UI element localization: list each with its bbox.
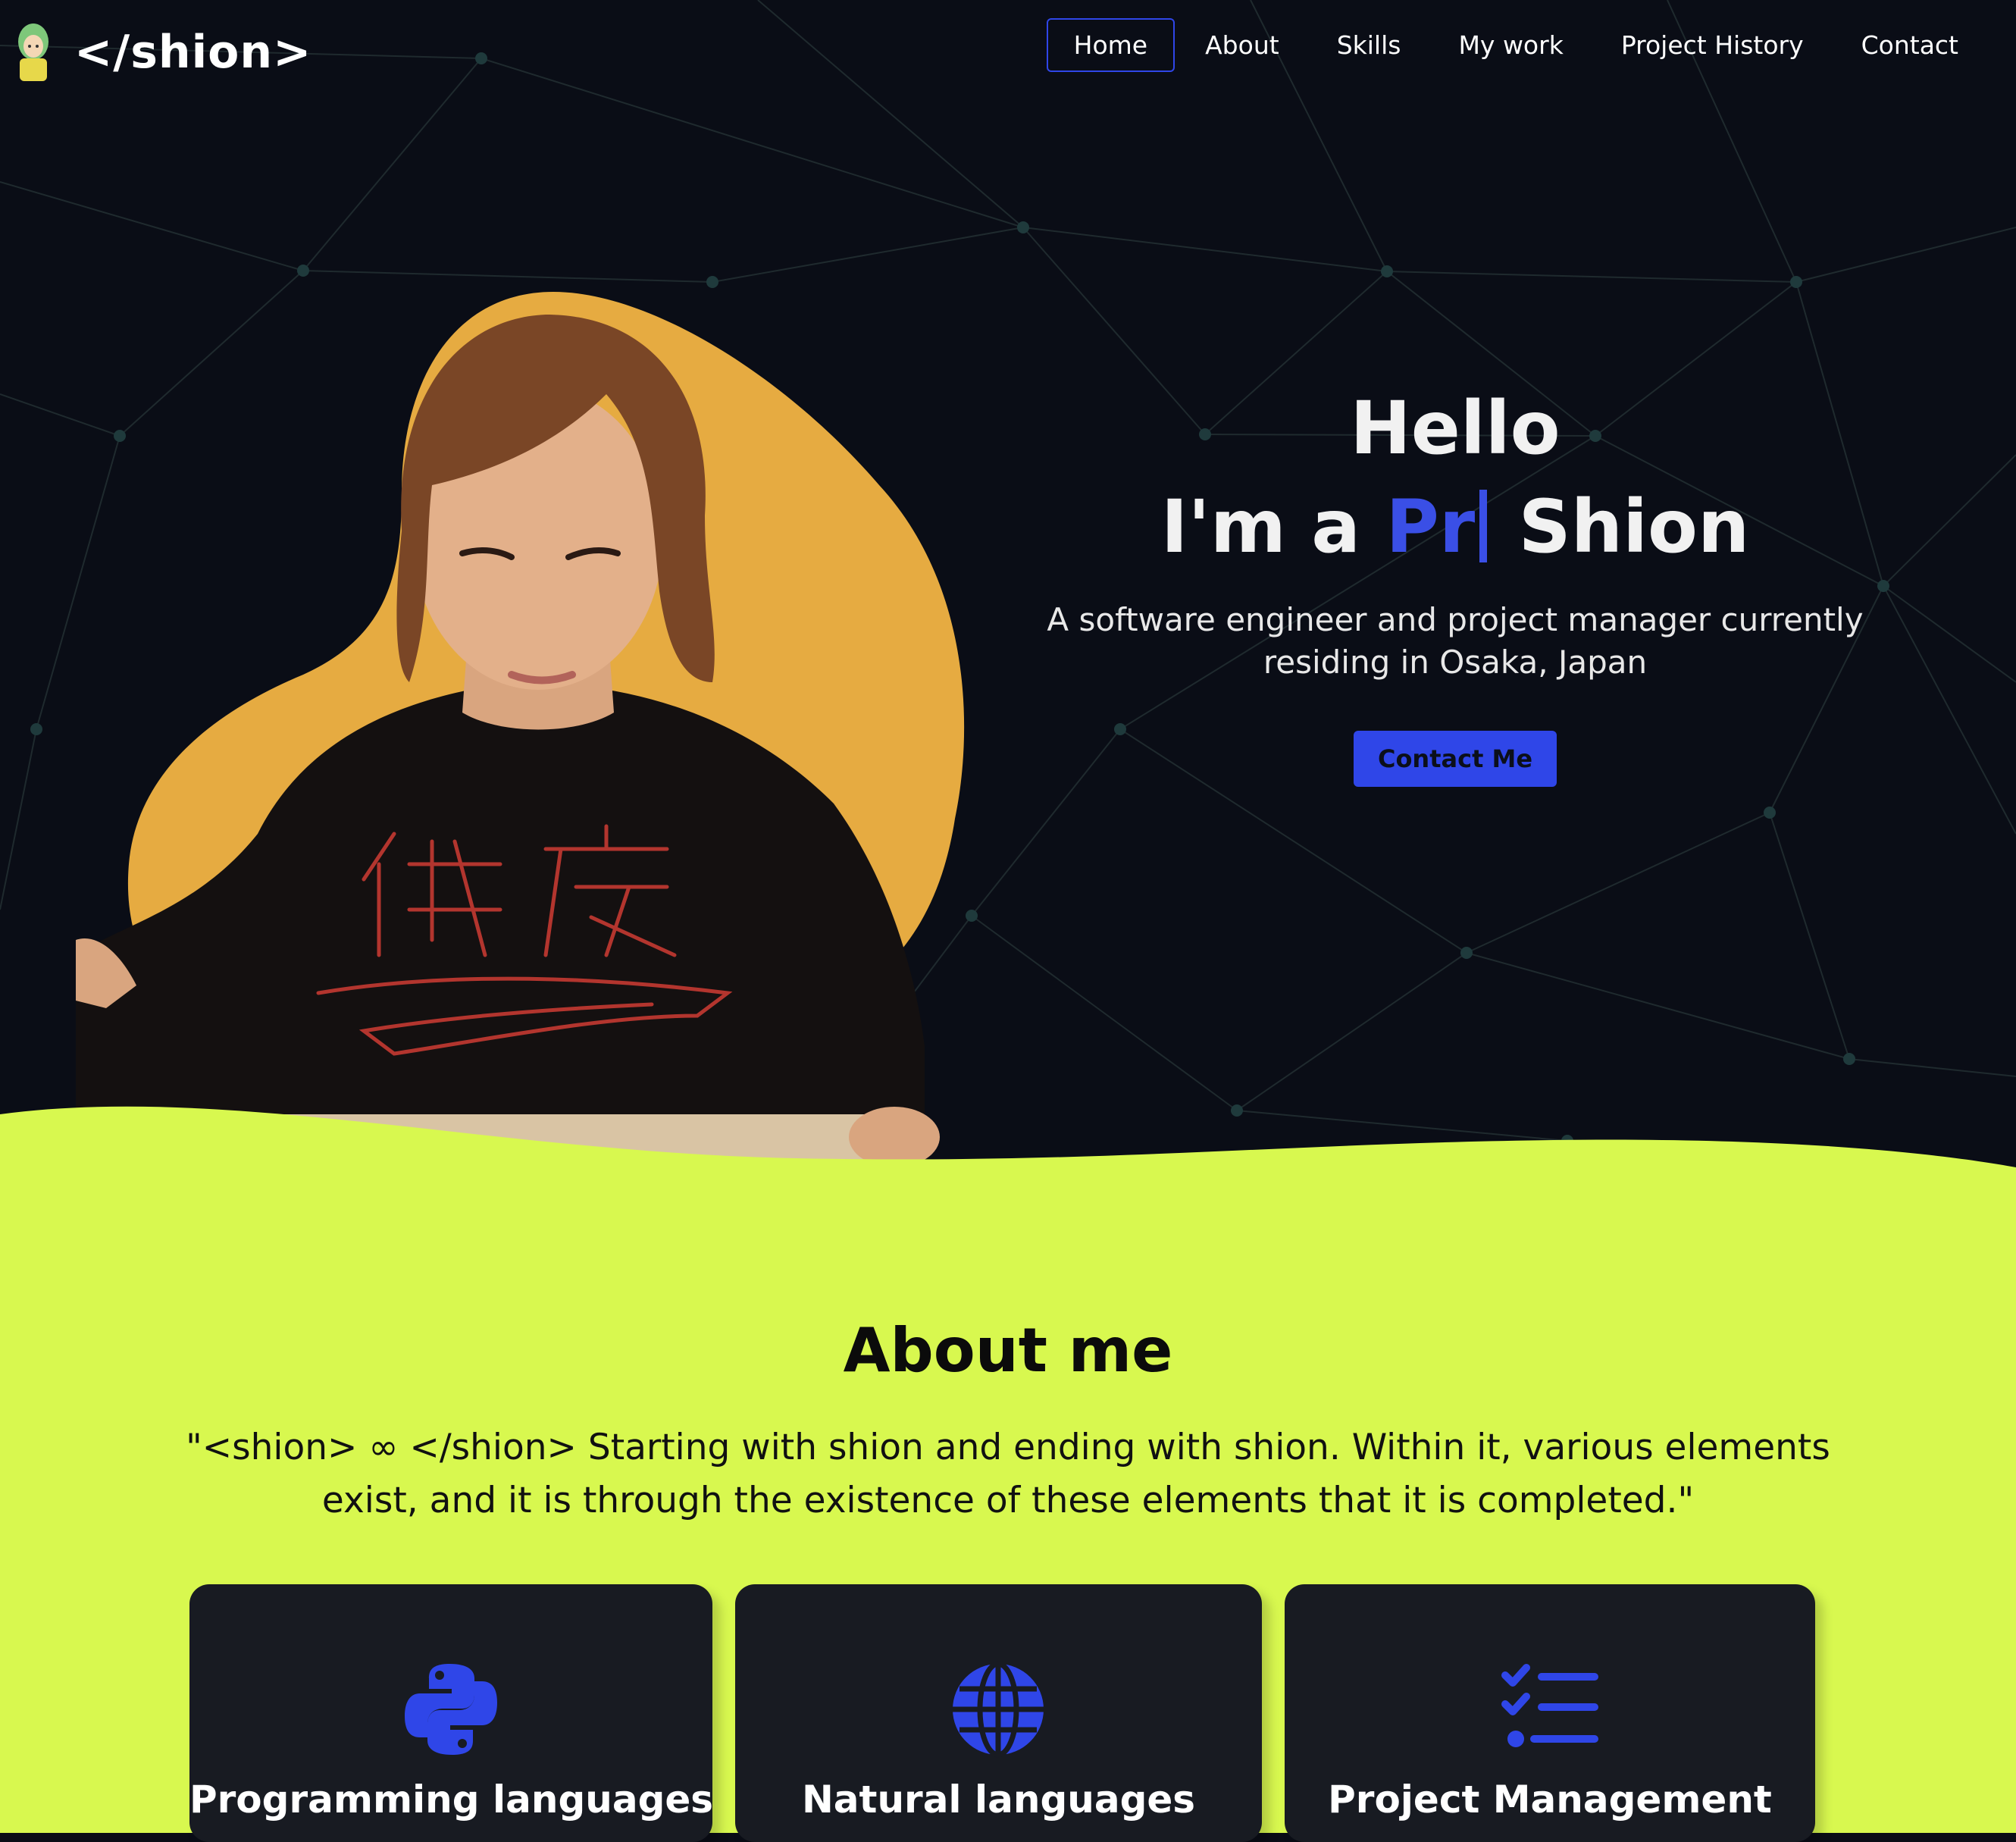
typing-cursor	[1479, 490, 1488, 562]
nav-contact[interactable]: Contact	[1834, 18, 1986, 72]
avatar-icon	[18, 23, 49, 81]
hero-subtitle: A software engineer and project manager …	[1047, 601, 1864, 681]
card-title: Natural languages	[801, 1778, 1196, 1822]
card-title: Programming languages	[189, 1778, 714, 1822]
logo-text[interactable]: </shion>	[74, 26, 311, 79]
hero-portrait	[76, 292, 965, 1183]
hero-greeting: Hello	[1350, 386, 1561, 471]
nav-project-history[interactable]: Project History	[1594, 18, 1831, 72]
nav-my-work[interactable]: My work	[1431, 18, 1590, 72]
hero-text: Hello I'm a Pr Shion A software engineer…	[993, 379, 1917, 787]
about-title: About me	[843, 1315, 1173, 1386]
card-project-management[interactable]: Project Management	[1285, 1584, 1815, 1842]
nav-home[interactable]: Home	[1046, 18, 1175, 72]
typed-prefix: I'm a	[1160, 484, 1361, 569]
globe-icon	[953, 1661, 1044, 1758]
card-programming-languages[interactable]: Programming languages	[189, 1584, 714, 1842]
nav-about[interactable]: About	[1178, 18, 1307, 72]
brand[interactable]: </shion>	[12, 18, 311, 86]
about-quote: "<shion> ∞ </shion> Starting with shion …	[186, 1427, 1830, 1521]
card-natural-languages[interactable]: Natural languages	[735, 1584, 1262, 1842]
hero-typed-line: I'm a Pr Shion	[993, 478, 1917, 576]
nav-skills[interactable]: Skills	[1310, 18, 1429, 72]
card-title: Project Management	[1328, 1778, 1772, 1822]
typed-text: Pr	[1385, 484, 1476, 569]
typed-suffix: Shion	[1518, 484, 1750, 569]
python-icon	[405, 1664, 497, 1755]
checklist-icon	[1501, 1664, 1598, 1747]
contact-me-button[interactable]: Contact Me	[1353, 731, 1557, 787]
main-nav: Home About Skills My work Project Histor…	[1044, 18, 1986, 72]
